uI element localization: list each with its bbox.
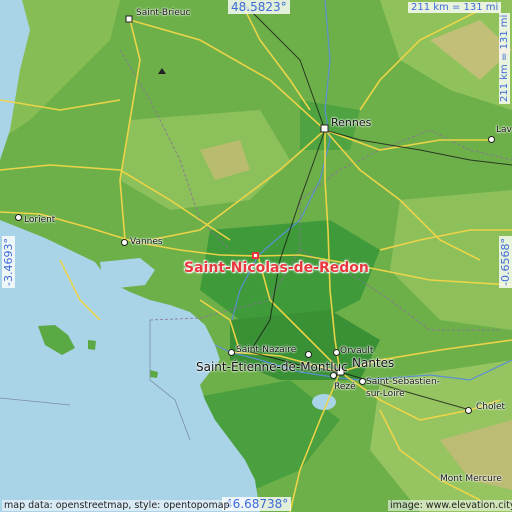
scale-horizontal: 211 km = 131 mi [408,2,502,13]
city-label-reze[interactable]: Rezé [334,382,356,392]
map-attribution: map data: openstreetmap, style: opentopo… [2,500,232,511]
location-name[interactable]: Saint-Nicolas-de-Redon [184,260,369,276]
map-view[interactable]: Saint-Brieuc Rennes Lav Lorient Vannes S… [0,0,512,512]
image-attribution: image: www.elevation.city [388,500,512,511]
city-dot-lorient [15,214,22,221]
city-label-saint-etienne[interactable]: Saint-Étienne-de-Montluc [196,360,348,374]
city-label-saint-sebastien[interactable]: Saint-Sébastien-sur-Loire [366,376,446,400]
city-dot-cholet [465,407,472,414]
city-label-orvault[interactable]: Orvault [340,346,373,356]
city-label-cholet[interactable]: Cholet [476,402,505,412]
city-label-laval[interactable]: Lav [496,125,512,135]
top-latitude: 48.5823° [228,0,290,14]
city-label-lorient[interactable]: Lorient [24,215,55,225]
city-dot-saint-etienne [305,351,312,358]
right-longitude: -0.6568° [499,236,512,288]
left-longitude: -3.4693° [2,236,15,288]
city-label-nantes[interactable]: Nantes [352,356,394,370]
city-dot-vannes [121,239,128,246]
city-dot-orvault [333,349,340,356]
city-dot-saint-nazaire [228,349,235,356]
location-marker[interactable] [252,252,259,259]
city-label-saint-brieuc[interactable]: Saint-Brieuc [136,8,190,18]
city-label-rennes[interactable]: Rennes [331,116,371,129]
city-label-vannes[interactable]: Vannes [130,237,163,247]
city-dot-laval [488,136,495,143]
bottom-latitude: 46.68738° [222,497,292,511]
city-label-saint-nazaire[interactable]: Saint-Nazaire [236,345,296,355]
scale-vertical: 211 km = 131 mi [499,12,510,104]
city-dot-saint-sebastien [359,378,366,385]
city-label-mont-mercure[interactable]: Mont Mercure [440,474,502,484]
